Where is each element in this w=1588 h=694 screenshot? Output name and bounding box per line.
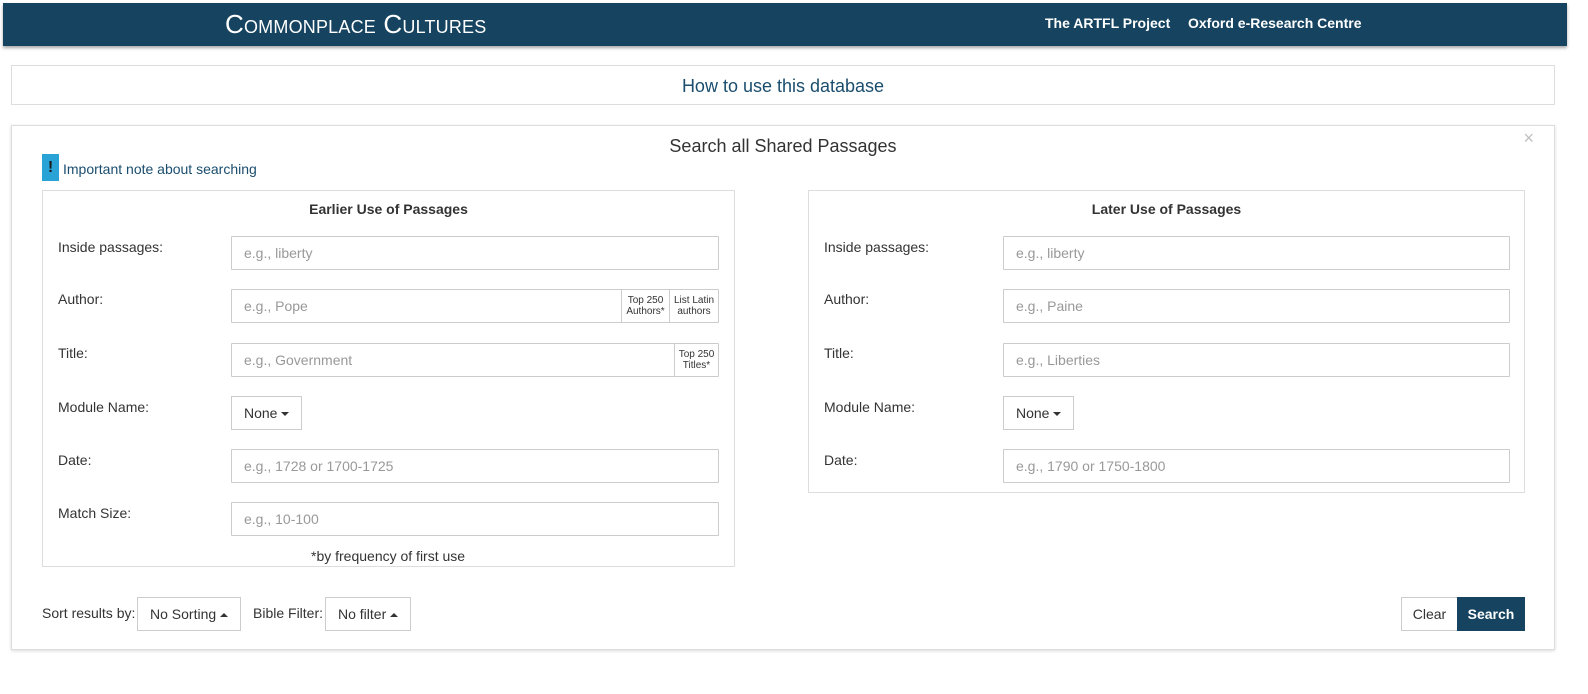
earlier-match-label: Match Size: xyxy=(58,505,132,521)
top-titles-line2: Titles* xyxy=(682,360,711,371)
how-to-use-link[interactable]: How to use this database xyxy=(11,65,1555,105)
earlier-module-label: Module Name: xyxy=(58,399,150,415)
search-button[interactable]: Search xyxy=(1457,597,1525,631)
nav-link-oxford[interactable]: Oxford e-Research Centre xyxy=(1188,15,1362,31)
close-icon[interactable]: × xyxy=(1523,128,1534,149)
exclamation-icon: ! xyxy=(42,154,59,181)
important-note-link[interactable]: Important note about searching xyxy=(63,161,257,177)
later-use-title: Later Use of Passages xyxy=(1091,201,1242,217)
earlier-title-label: Title: xyxy=(58,345,88,361)
later-module-dropdown[interactable]: None xyxy=(1003,396,1075,430)
bible-filter-value: No filter xyxy=(338,606,387,622)
earlier-match-field[interactable] xyxy=(231,502,719,536)
earlier-title-field[interactable]: Top 250 Titles* xyxy=(231,343,719,377)
top-authors-line2: Authors* xyxy=(626,306,665,317)
later-use-box: Later Use of Passages Inside passages: A… xyxy=(808,190,1525,493)
later-module-label: Module Name: xyxy=(824,399,916,415)
sort-value: No Sorting xyxy=(150,606,217,622)
earlier-title-input[interactable] xyxy=(244,344,664,376)
earlier-use-title: Earlier Use of Passages xyxy=(309,201,468,217)
list-latin-authors-button[interactable]: List Latin authors xyxy=(669,290,718,322)
caret-up-icon xyxy=(220,613,229,618)
search-panel: Search all Shared Passages × ! Important… xyxy=(11,125,1555,650)
clear-button[interactable]: Clear xyxy=(1401,597,1458,631)
top-titles-button[interactable]: Top 250 Titles* xyxy=(674,344,718,376)
earlier-date-input[interactable] xyxy=(244,450,706,482)
later-title-field[interactable] xyxy=(1003,343,1510,377)
top-authors-line1: Top 250 xyxy=(627,295,664,306)
earlier-inside-label: Inside passages: xyxy=(58,239,164,255)
top-navbar: Commonplace Cultures The ARTFL Project O… xyxy=(3,3,1567,46)
later-inside-field[interactable] xyxy=(1003,236,1510,270)
bible-filter-label: Bible Filter: xyxy=(253,605,324,621)
latin-authors-line2: authors xyxy=(677,306,711,317)
earlier-inside-field[interactable] xyxy=(231,236,719,270)
earlier-module-dropdown[interactable]: None xyxy=(231,396,303,430)
caret-down-icon xyxy=(281,412,290,417)
earlier-author-field[interactable]: Top 250 Authors* List Latin authors xyxy=(231,289,719,323)
later-date-input[interactable] xyxy=(1016,450,1497,482)
earlier-module-value: None xyxy=(244,405,278,421)
later-inside-label: Inside passages: xyxy=(824,239,930,255)
top-titles-line1: Top 250 xyxy=(678,349,715,360)
later-date-label: Date: xyxy=(824,452,858,468)
later-author-label: Author: xyxy=(824,291,870,307)
later-inside-input[interactable] xyxy=(1016,237,1497,269)
frequency-footnote: *by frequency of first use xyxy=(311,548,466,564)
bible-filter-dropdown[interactable]: No filter xyxy=(325,597,412,631)
sort-dropdown[interactable]: No Sorting xyxy=(137,597,242,631)
later-author-input[interactable] xyxy=(1016,290,1497,322)
sort-label: Sort results by: xyxy=(42,605,136,621)
later-date-field[interactable] xyxy=(1003,449,1510,483)
panel-title: Search all Shared Passages xyxy=(669,136,897,156)
earlier-date-field[interactable] xyxy=(231,449,719,483)
latin-authors-line1: List Latin xyxy=(673,295,715,306)
later-author-field[interactable] xyxy=(1003,289,1510,323)
earlier-author-input[interactable] xyxy=(244,290,614,322)
top-authors-button[interactable]: Top 250 Authors* xyxy=(621,290,669,322)
caret-down-icon xyxy=(1053,412,1062,417)
later-module-value: None xyxy=(1016,405,1050,421)
caret-up-icon xyxy=(390,613,399,618)
earlier-use-box: Earlier Use of Passages Inside passages:… xyxy=(42,190,735,567)
earlier-inside-input[interactable] xyxy=(244,237,706,269)
earlier-match-input[interactable] xyxy=(244,503,706,535)
later-title-input[interactable] xyxy=(1016,344,1497,376)
earlier-date-label: Date: xyxy=(58,452,92,468)
nav-link-artfl[interactable]: The ARTFL Project xyxy=(1045,15,1170,31)
later-title-label: Title: xyxy=(824,345,854,361)
earlier-author-label: Author: xyxy=(58,291,104,307)
site-brand[interactable]: Commonplace Cultures xyxy=(225,9,486,39)
